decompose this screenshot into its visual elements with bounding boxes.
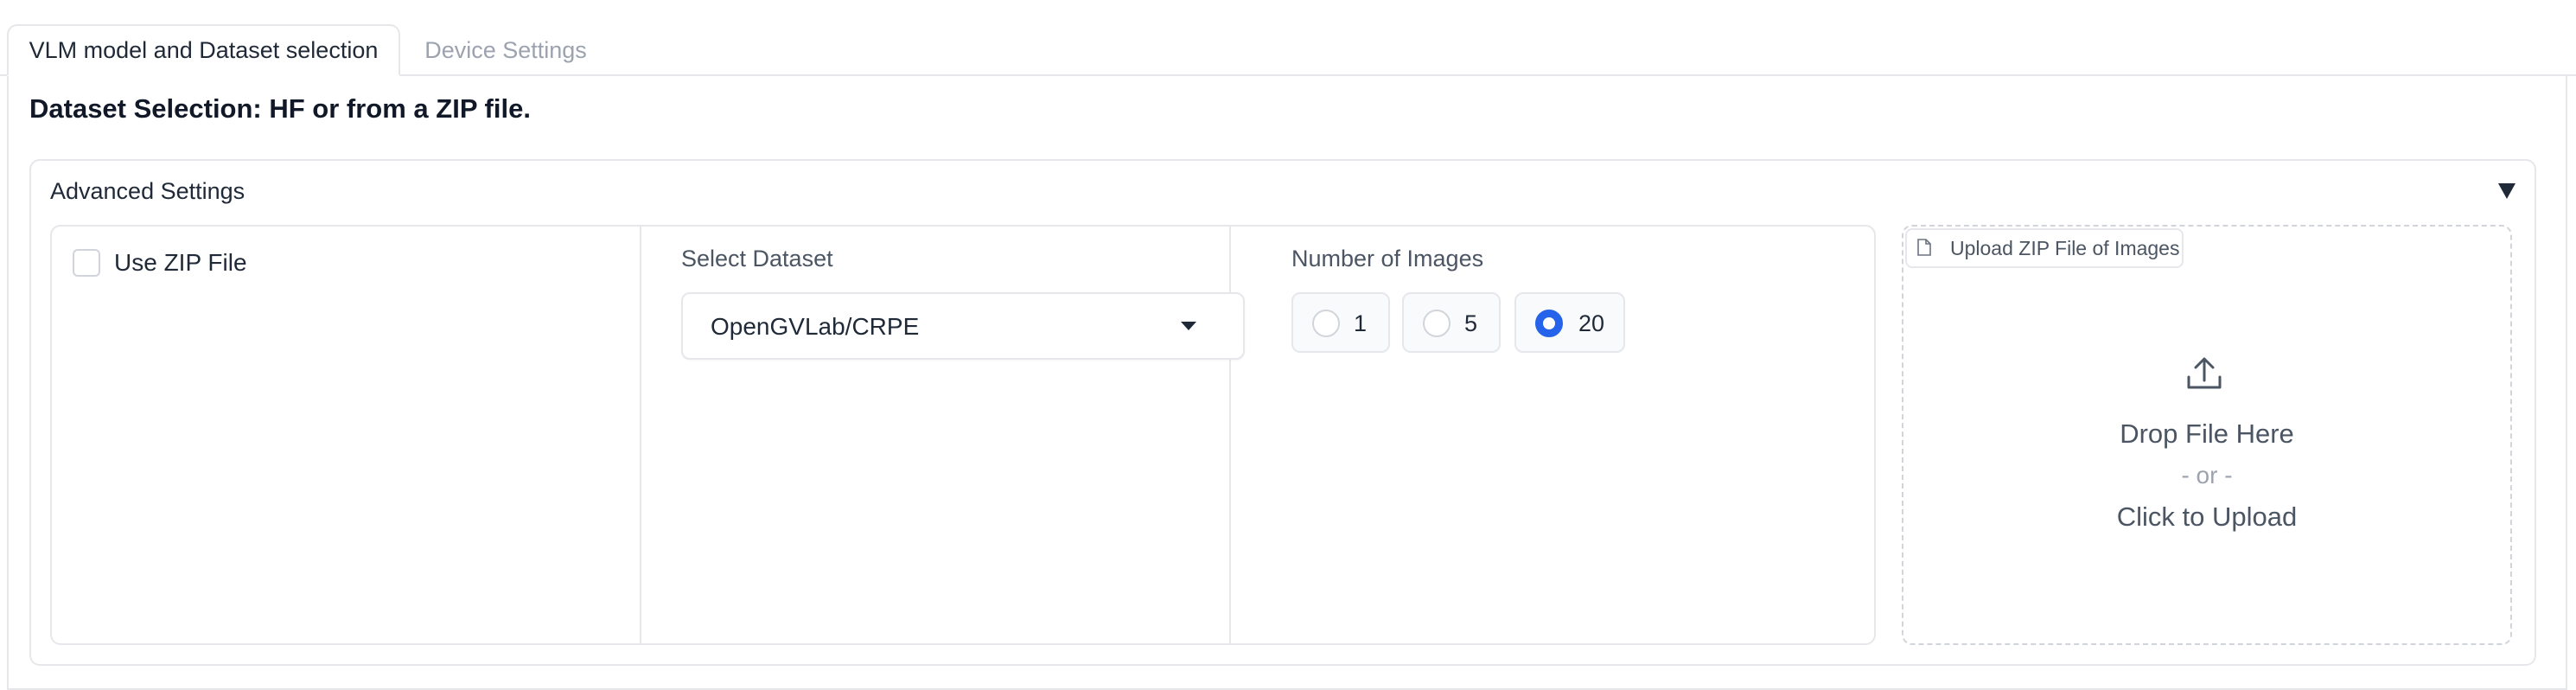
number-of-images-label: Number of Images — [1291, 246, 1484, 272]
tab-bar: VLM model and Dataset selection Device S… — [0, 24, 2576, 76]
accordion-label[interactable]: Advanced Settings — [50, 178, 245, 205]
app-root: VLM model and Dataset selection Device S… — [0, 0, 2576, 690]
file-icon — [1917, 239, 1931, 256]
column-divider — [640, 227, 641, 643]
use-zip-label[interactable]: Use ZIP File — [114, 249, 247, 277]
tab-device-settings[interactable]: Device Settings — [405, 24, 607, 76]
radio-label-5[interactable]: 5 — [1464, 310, 1477, 337]
radio-button-1[interactable] — [1312, 310, 1340, 337]
tab-vlm-model-dataset[interactable]: VLM model and Dataset selection — [7, 24, 400, 76]
radio-button-20[interactable] — [1535, 310, 1563, 337]
upload-icon[interactable] — [2184, 353, 2225, 394]
radio-button-5[interactable] — [1423, 310, 1451, 337]
click-to-upload-text[interactable]: Click to Upload — [1902, 502, 2512, 533]
or-separator-text: - or - — [2181, 462, 2233, 489]
section-title: Dataset Selection: HF or from a ZIP file… — [29, 93, 531, 124]
radio-option-1[interactable] — [1291, 292, 1390, 353]
select-dataset-label: Select Dataset — [681, 246, 833, 272]
select-dataset-value[interactable]: OpenGVLab/CRPE — [711, 313, 919, 341]
radio-option-20[interactable] — [1514, 292, 1625, 353]
column-divider — [1229, 227, 1231, 643]
radio-label-20[interactable]: 20 — [1578, 310, 1604, 337]
radio-label-1[interactable]: 1 — [1354, 310, 1367, 337]
drop-file-text[interactable]: Drop File Here — [1902, 418, 2512, 450]
settings-group — [50, 225, 1876, 645]
upload-label: Upload ZIP File of Images — [1950, 237, 2180, 259]
use-zip-checkbox[interactable] — [73, 249, 100, 277]
radio-option-5[interactable] — [1402, 292, 1501, 353]
chevron-down-icon[interactable] — [1181, 322, 1196, 330]
triangle-down-icon[interactable] — [2498, 183, 2515, 199]
